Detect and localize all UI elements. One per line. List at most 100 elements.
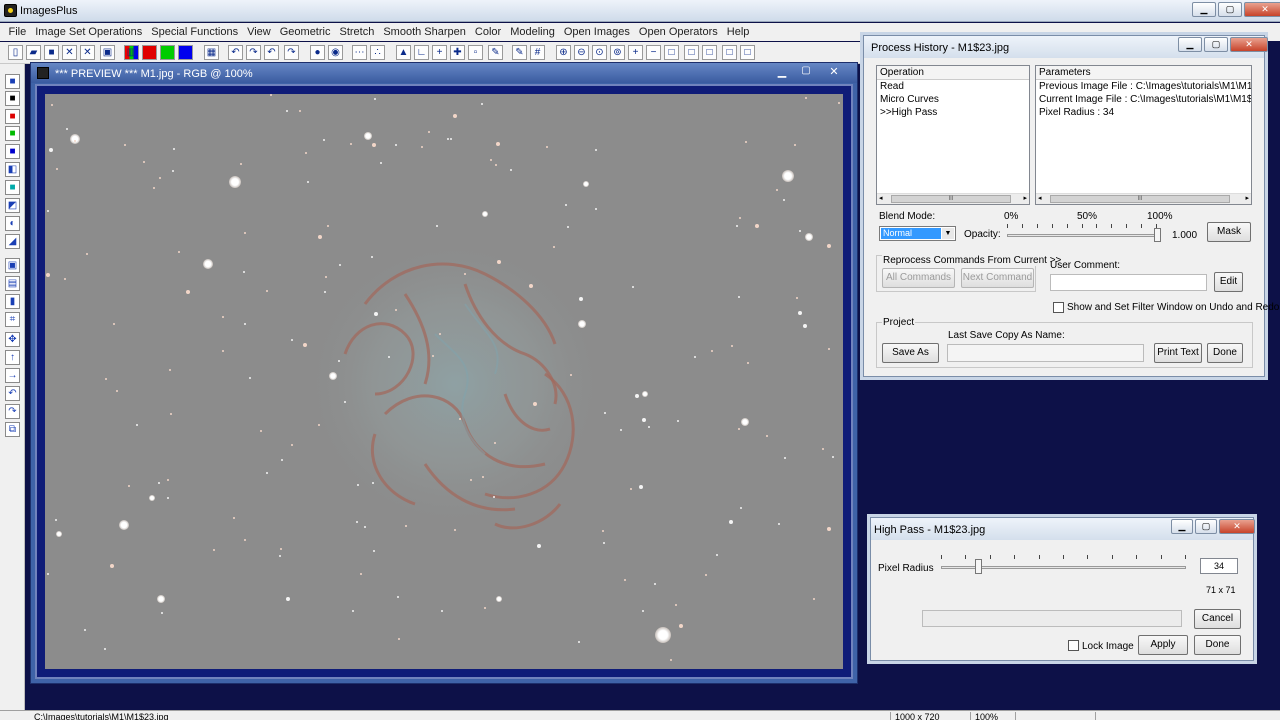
square-tiny-icon[interactable]: □ [722,45,737,60]
menu-open-operators[interactable]: Open Operators [634,26,722,38]
history-done-button[interactable]: Done [1207,343,1243,363]
high-pass-title-bar[interactable]: High Pass - M1$23.jpg ▁ ▢ ✕ [871,518,1255,540]
highpass-close-button[interactable]: ✕ [1219,519,1255,534]
dotted-line-icon[interactable]: ⋯ [352,45,367,60]
cyan-swatch-icon[interactable]: ■ [5,180,20,195]
green-channel-icon[interactable] [160,45,175,60]
operation-list[interactable]: Operation Read Micro Curves >>High Pass … [876,65,1030,205]
square-medium-icon[interactable]: □ [684,45,699,60]
plus-box-icon[interactable]: + [628,45,643,60]
save-as-button[interactable]: Save As [882,343,939,363]
menu-geometric[interactable]: Geometric [275,26,335,38]
process-history-title-bar[interactable]: Process History - M1$23.jpg ▁ ▢ ✕ [864,36,1268,58]
preview-title-bar[interactable]: *** PREVIEW *** M1.jpg - RGB @ 100% ▁ ▢ … [31,63,857,83]
preview-maximize-button[interactable]: ▢ [795,65,817,79]
crop-icon[interactable]: ⌗ [5,312,20,327]
mask-button[interactable]: Mask [1207,222,1251,242]
operation-item-selected[interactable]: >>High Pass [877,106,1029,119]
frame-icon[interactable]: ▣ [5,258,20,273]
menu-stretch[interactable]: Stretch [335,26,379,38]
app-close-button[interactable]: ✕ [1244,2,1280,17]
move-arrows-icon[interactable]: ✥ [5,332,20,347]
highpass-done-button[interactable]: Done [1194,635,1241,655]
blend-mode-select[interactable]: Normal ▼ [879,226,956,241]
operation-hscrollbar[interactable]: ◂ III ▸ [877,193,1029,204]
menu-color[interactable]: Color [470,26,505,38]
apply-button[interactable]: Apply [1138,635,1188,655]
measure-icon[interactable]: ▫ [468,45,483,60]
pixel-radius-slider-thumb[interactable] [974,559,982,574]
zoom-fit-icon[interactable]: ⊙ [592,45,607,60]
paint-icon[interactable]: ✎ [488,45,503,60]
histogram-icon[interactable]: ▤ [5,276,20,291]
redo-icon[interactable]: ↷ [246,45,261,60]
menu-view[interactable]: View [243,26,276,38]
brightness-icon[interactable]: ◐ [5,216,20,231]
blue-swatch-icon[interactable]: ■ [5,144,20,159]
copy-frame-icon[interactable]: ⧉ [5,422,20,437]
close-image-icon[interactable]: ✕ [62,45,77,60]
red-channel-icon[interactable] [142,45,157,60]
minus-box-icon[interactable]: − [646,45,661,60]
opacity-slider-thumb[interactable] [1154,228,1161,242]
zoom-out-icon[interactable]: ⊖ [574,45,589,60]
pixel-radius-slider[interactable] [941,553,1186,578]
pixel-radius-input[interactable]: 34 [1200,558,1238,574]
levels-icon[interactable]: ◩ [5,198,20,213]
rotate-left-icon[interactable]: ↶ [5,386,20,401]
menu-special-functions[interactable]: Special Functions [147,26,243,38]
lock-image-checkbox[interactable] [1068,640,1079,651]
move-icon[interactable]: ✚ [450,45,465,60]
copy-icon[interactable]: ▣ [100,45,115,60]
history-minimize-button[interactable]: ▁ [1178,37,1202,52]
operation-item[interactable]: Micro Curves [877,93,1029,106]
grid-overlay-icon[interactable]: # [530,45,545,60]
green-swatch-icon[interactable]: ■ [5,126,20,141]
user-comment-field[interactable] [1050,274,1207,291]
highpass-maximize-button[interactable]: ▢ [1195,519,1217,534]
zoom-in-icon[interactable]: ⊕ [556,45,571,60]
square-mini-icon[interactable]: □ [740,45,755,60]
gradient-icon[interactable]: ◢ [5,234,20,249]
show-filter-checkbox[interactable] [1053,302,1064,313]
square-large-icon[interactable]: □ [664,45,679,60]
color-balance-icon[interactable]: ◧ [5,162,20,177]
menu-image-set-operations[interactable]: Image Set Operations [31,26,147,38]
history-close-button[interactable]: ✕ [1230,37,1268,52]
angle-icon[interactable]: ∟ [414,45,429,60]
menu-open-images[interactable]: Open Images [559,26,634,38]
history-maximize-button[interactable]: ▢ [1204,37,1228,52]
last-save-name-field[interactable] [947,344,1144,362]
square-small-icon[interactable]: □ [702,45,717,60]
redo-all-icon[interactable]: ↷ [284,45,299,60]
star-select-icon[interactable]: ● [310,45,325,60]
star-target-icon[interactable]: ◉ [328,45,343,60]
highpass-minimize-button[interactable]: ▁ [1171,519,1193,534]
arrow-right-icon[interactable]: → [5,368,20,383]
all-commands-button[interactable]: All Commands [882,268,955,288]
opacity-slider[interactable] [1007,224,1161,244]
scroll-right-arrow-icon[interactable]: ▸ [1023,194,1027,202]
red-swatch-icon[interactable]: ■ [5,109,20,124]
zoom-actual-icon[interactable]: ⊚ [610,45,625,60]
menu-modeling[interactable]: Modeling [506,26,560,38]
undo-all-icon[interactable]: ↶ [264,45,279,60]
parameters-scroll-thumb[interactable]: III [1050,195,1230,203]
scroll-right-arrow-icon[interactable]: ▸ [1245,194,1249,202]
cancel-icon[interactable]: ✕ [80,45,95,60]
operation-scroll-thumb[interactable]: III [891,195,1011,203]
open-file-icon[interactable]: ▰ [26,45,41,60]
nebula-image[interactable] [45,94,843,669]
crosshair-icon[interactable]: + [432,45,447,60]
app-minimize-button[interactable]: ▁ [1192,2,1216,17]
new-file-icon[interactable]: ▯ [8,45,23,60]
scroll-left-arrow-icon[interactable]: ◂ [879,194,883,202]
scroll-left-arrow-icon[interactable]: ◂ [1038,194,1042,202]
edit-button[interactable]: Edit [1214,272,1243,292]
rotate-right-icon[interactable]: ↷ [5,404,20,419]
preview-close-button[interactable]: ✕ [821,65,847,79]
next-command-button[interactable]: Next Command [961,268,1034,288]
dropdown-arrow-icon[interactable]: ▼ [942,228,954,239]
preview-minimize-button[interactable]: ▁ [771,65,793,79]
parameters-hscrollbar[interactable]: ◂ III ▸ [1036,193,1251,204]
